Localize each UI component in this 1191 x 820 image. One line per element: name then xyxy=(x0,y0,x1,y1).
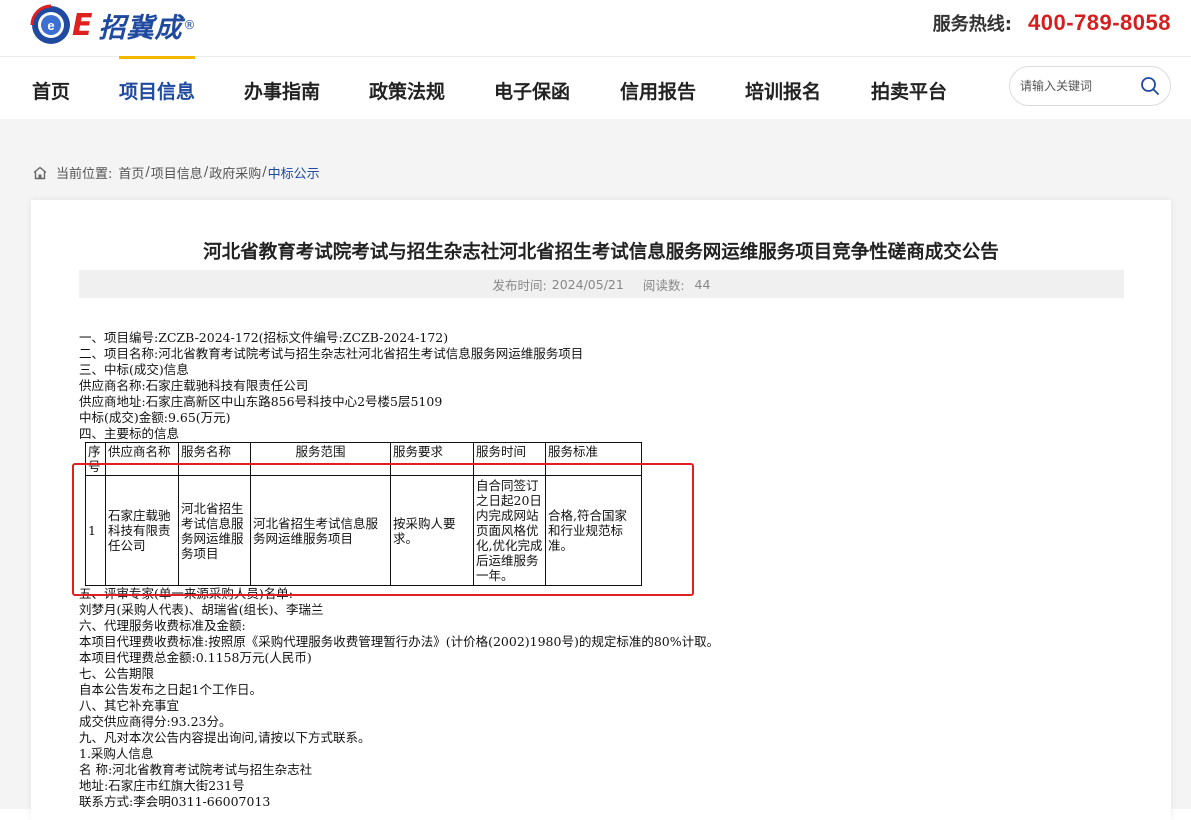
body-line: 本项目代理费总金额:0.1158万元(人民币) xyxy=(79,650,312,665)
breadcrumb-separator: / xyxy=(262,165,267,180)
nav-item-home[interactable]: 首页 xyxy=(32,77,70,104)
breadcrumb-home[interactable]: 首页 xyxy=(118,163,144,182)
publish-date: 2024/05/21 xyxy=(551,276,624,292)
article-body: 一、项目编号:ZCZB-2024-172(招标文件编号:ZCZB-2024-17… xyxy=(79,330,1079,810)
logo-e-glyph: E xyxy=(72,7,93,43)
body-line: 三、中标(成交)信息 xyxy=(79,362,189,377)
nav-item-e-guarantee[interactable]: 电子保函 xyxy=(494,77,570,104)
table-header-cell: 服务名称 xyxy=(178,442,251,476)
table-cell: 河北省招生考试信息服务网运维服务项目 xyxy=(178,475,251,586)
site-logo[interactable]: e E 招冀成 ® xyxy=(30,4,196,46)
reads-count: 44 xyxy=(694,276,711,292)
reads-label: 阅读数: xyxy=(642,277,685,293)
table-header-cell: 序号 xyxy=(85,442,106,476)
body-line: 1.采购人信息 xyxy=(79,746,154,761)
hotline-number[interactable]: 400-789-8058 xyxy=(1028,10,1171,36)
table-cell: 石家庄载驰科技有限责任公司 xyxy=(105,475,179,586)
body-line: 地址:石家庄市红旗大街231号 xyxy=(79,778,245,793)
svg-text:e: e xyxy=(47,18,54,33)
logo-registered-mark: ® xyxy=(183,18,196,32)
body-line: 二、项目名称:河北省教育考试院考试与招生杂志社河北省招生考试信息服务网运维服务项… xyxy=(79,346,584,361)
breadcrumb: 当前位置: 首页 / 项目信息 / 政府采购 / 中标公示 xyxy=(32,163,320,182)
award-table: 序号 供应商名称 服务名称 服务范围 服务要求 服务时间 服务标准 1 石家庄载… xyxy=(85,442,642,586)
body-line: 七、公告期限 xyxy=(79,666,155,681)
nav-item-policy[interactable]: 政策法规 xyxy=(369,77,445,104)
hotline-label: 服务热线: xyxy=(932,14,1012,35)
body-line: 供应商地址:石家庄高新区中山东路856号科技中心2号楼5层5109 xyxy=(79,394,443,409)
article-meta: 发布时间: 2024/05/21 阅读数: 44 xyxy=(79,270,1124,298)
body-line: 联系方式:李会明0311-66007013 xyxy=(79,794,271,809)
search-icon[interactable] xyxy=(1140,76,1160,96)
breadcrumb-separator: / xyxy=(203,165,209,180)
table-header-cell: 服务时间 xyxy=(473,442,546,476)
body-line: 五、评审专家(单一来源采购人员)名单: xyxy=(79,586,293,601)
breadcrumb-gov-procurement[interactable]: 政府采购 xyxy=(209,163,261,182)
home-icon xyxy=(33,166,47,179)
nav-item-credit-report[interactable]: 信用报告 xyxy=(620,77,696,104)
body-line: 八、其它补充事宜 xyxy=(79,698,180,713)
breadcrumb-prefix: 当前位置: xyxy=(56,167,113,182)
body-line: 本项目代理费收费标准:按照原《采购代理服务收费管理暂行办法》(计价格(2002)… xyxy=(79,634,720,649)
breadcrumb-current: 中标公示 xyxy=(267,167,320,182)
body-line: 一、项目编号:ZCZB-2024-172(招标文件编号:ZCZB-2024-17… xyxy=(79,330,449,345)
nav-item-guide[interactable]: 办事指南 xyxy=(244,77,320,104)
body-line: 供应商名称:石家庄载驰科技有限责任公司 xyxy=(79,378,309,393)
table-header-cell: 供应商名称 xyxy=(105,442,179,476)
table-cell: 按采购人要求。 xyxy=(390,475,474,586)
search-input[interactable] xyxy=(1020,79,1130,93)
hotline: 服务热线: 400-789-8058 xyxy=(933,10,1171,36)
article-card: 河北省教育考试院考试与招生杂志社河北省招生考试信息服务网运维服务项目竞争性磋商成… xyxy=(31,200,1171,820)
table-cell: 1 xyxy=(85,475,106,586)
table-row: 1 石家庄载驰科技有限责任公司 河北省招生考试信息服务网运维服务项目 河北省招生… xyxy=(85,475,642,586)
body-line: 自本公告发布之日起1个工作日。 xyxy=(79,682,262,697)
breadcrumb-project-info[interactable]: 项目信息 xyxy=(151,163,203,182)
breadcrumb-separator: / xyxy=(145,165,150,180)
nav-item-training[interactable]: 培训报名 xyxy=(745,77,821,104)
table-cell: 自合同签订之日起20日内完成网站页面风格优化,优化完成后运维服务一年。 xyxy=(473,475,546,586)
table-header-cell: 服务标准 xyxy=(545,442,642,476)
table-cell: 河北省招生考试信息服务网运维服务项目 xyxy=(250,475,391,586)
logo-text: 招冀成 xyxy=(98,12,183,44)
article-title: 河北省教育考试院考试与招生杂志社河北省招生考试信息服务网运维服务项目竞争性磋商成… xyxy=(203,242,999,263)
publish-label: 发布时间: xyxy=(492,277,547,293)
nav-item-auction[interactable]: 拍卖平台 xyxy=(871,77,947,104)
table-cell: 合格,符合国家和行业规范标准。 xyxy=(545,475,642,586)
body-line: 名 称:河北省教育考试院考试与招生杂志社 xyxy=(79,762,313,777)
nav-item-project-info[interactable]: 项目信息 xyxy=(119,56,196,104)
site-header: e E 招冀成 ® 服务热线: 400-789-8058 首页 项目信息 办事指… xyxy=(0,0,1191,119)
table-header-row: 序号 供应商名称 服务名称 服务范围 服务要求 服务时间 服务标准 xyxy=(85,442,642,476)
table-header-cell: 服务范围 xyxy=(250,442,391,476)
search-box xyxy=(1009,66,1171,106)
body-line: 四、主要标的信息 xyxy=(79,426,180,441)
body-line: 成交供应商得分:93.23分。 xyxy=(79,714,232,729)
table-header-cell: 服务要求 xyxy=(390,442,474,476)
body-line: 刘梦月(采购人代表)、胡瑞省(组长)、李瑞兰 xyxy=(79,602,324,617)
body-line: 中标(成交)金额:9.65(万元) xyxy=(79,410,231,425)
logo-mark-icon: e xyxy=(30,4,70,44)
body-line: 九、凡对本次公告内容提出询问,请按以下方式联系。 xyxy=(79,730,371,745)
body-line: 六、代理服务收费标准及金额: xyxy=(79,618,246,633)
